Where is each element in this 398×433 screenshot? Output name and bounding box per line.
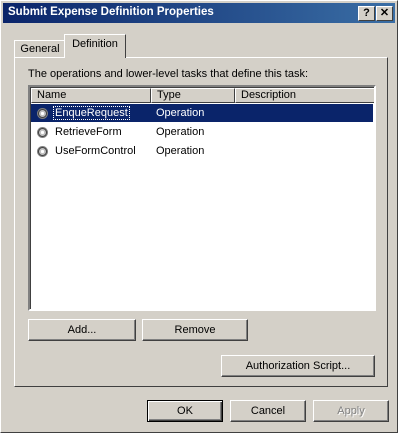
ok-button-label: OK xyxy=(177,405,193,417)
authorization-script-button[interactable]: Authorization Script... xyxy=(221,355,375,377)
apply-button[interactable]: Apply xyxy=(313,400,389,422)
list-item[interactable]: RetrieveForm Operation xyxy=(31,123,373,141)
column-header-description[interactable]: Description xyxy=(235,88,374,103)
cancel-button[interactable]: Cancel xyxy=(230,400,306,422)
operations-list[interactable]: Name Type Description EnqueRequest Opera… xyxy=(28,85,376,311)
help-button[interactable]: ? xyxy=(358,6,375,21)
apply-button-label: Apply xyxy=(337,405,365,417)
remove-button[interactable]: Remove xyxy=(142,319,248,341)
list-item[interactable]: EnqueRequest Operation xyxy=(31,104,373,122)
item-name: RetrieveForm xyxy=(55,126,122,138)
close-button[interactable]: ✕ xyxy=(376,6,393,21)
remove-button-label: Remove xyxy=(174,324,216,336)
definition-description: The operations and lower-level tasks tha… xyxy=(28,68,309,80)
ok-button[interactable]: OK xyxy=(147,400,223,422)
title-bar[interactable]: Submit Expense Definition Properties ? ✕ xyxy=(3,3,395,23)
authorization-script-label: Authorization Script... xyxy=(245,360,351,372)
cancel-button-label: Cancel xyxy=(250,405,286,417)
window-title: Submit Expense Definition Properties xyxy=(8,6,214,18)
item-name: EnqueRequest xyxy=(53,106,130,120)
item-type: Operation xyxy=(156,107,205,119)
tab-general-label: General xyxy=(20,43,60,55)
add-button[interactable]: Add... xyxy=(28,319,136,341)
tab-definition-label: Definition xyxy=(72,38,118,50)
column-header-type[interactable]: Type xyxy=(151,88,235,103)
operation-gear-icon xyxy=(37,108,48,119)
list-item[interactable]: UseFormControl Operation xyxy=(31,142,373,160)
tab-general[interactable]: General xyxy=(14,40,66,58)
properties-dialog: Submit Expense Definition Properties ? ✕… xyxy=(0,0,398,433)
item-name: UseFormControl xyxy=(55,145,136,157)
operation-gear-icon xyxy=(37,127,48,138)
tab-definition[interactable]: Definition xyxy=(64,34,126,58)
item-type: Operation xyxy=(156,126,205,138)
operation-gear-icon xyxy=(37,146,48,157)
column-header-name[interactable]: Name xyxy=(31,88,151,103)
add-button-label: Add... xyxy=(67,324,97,336)
item-type: Operation xyxy=(156,145,205,157)
